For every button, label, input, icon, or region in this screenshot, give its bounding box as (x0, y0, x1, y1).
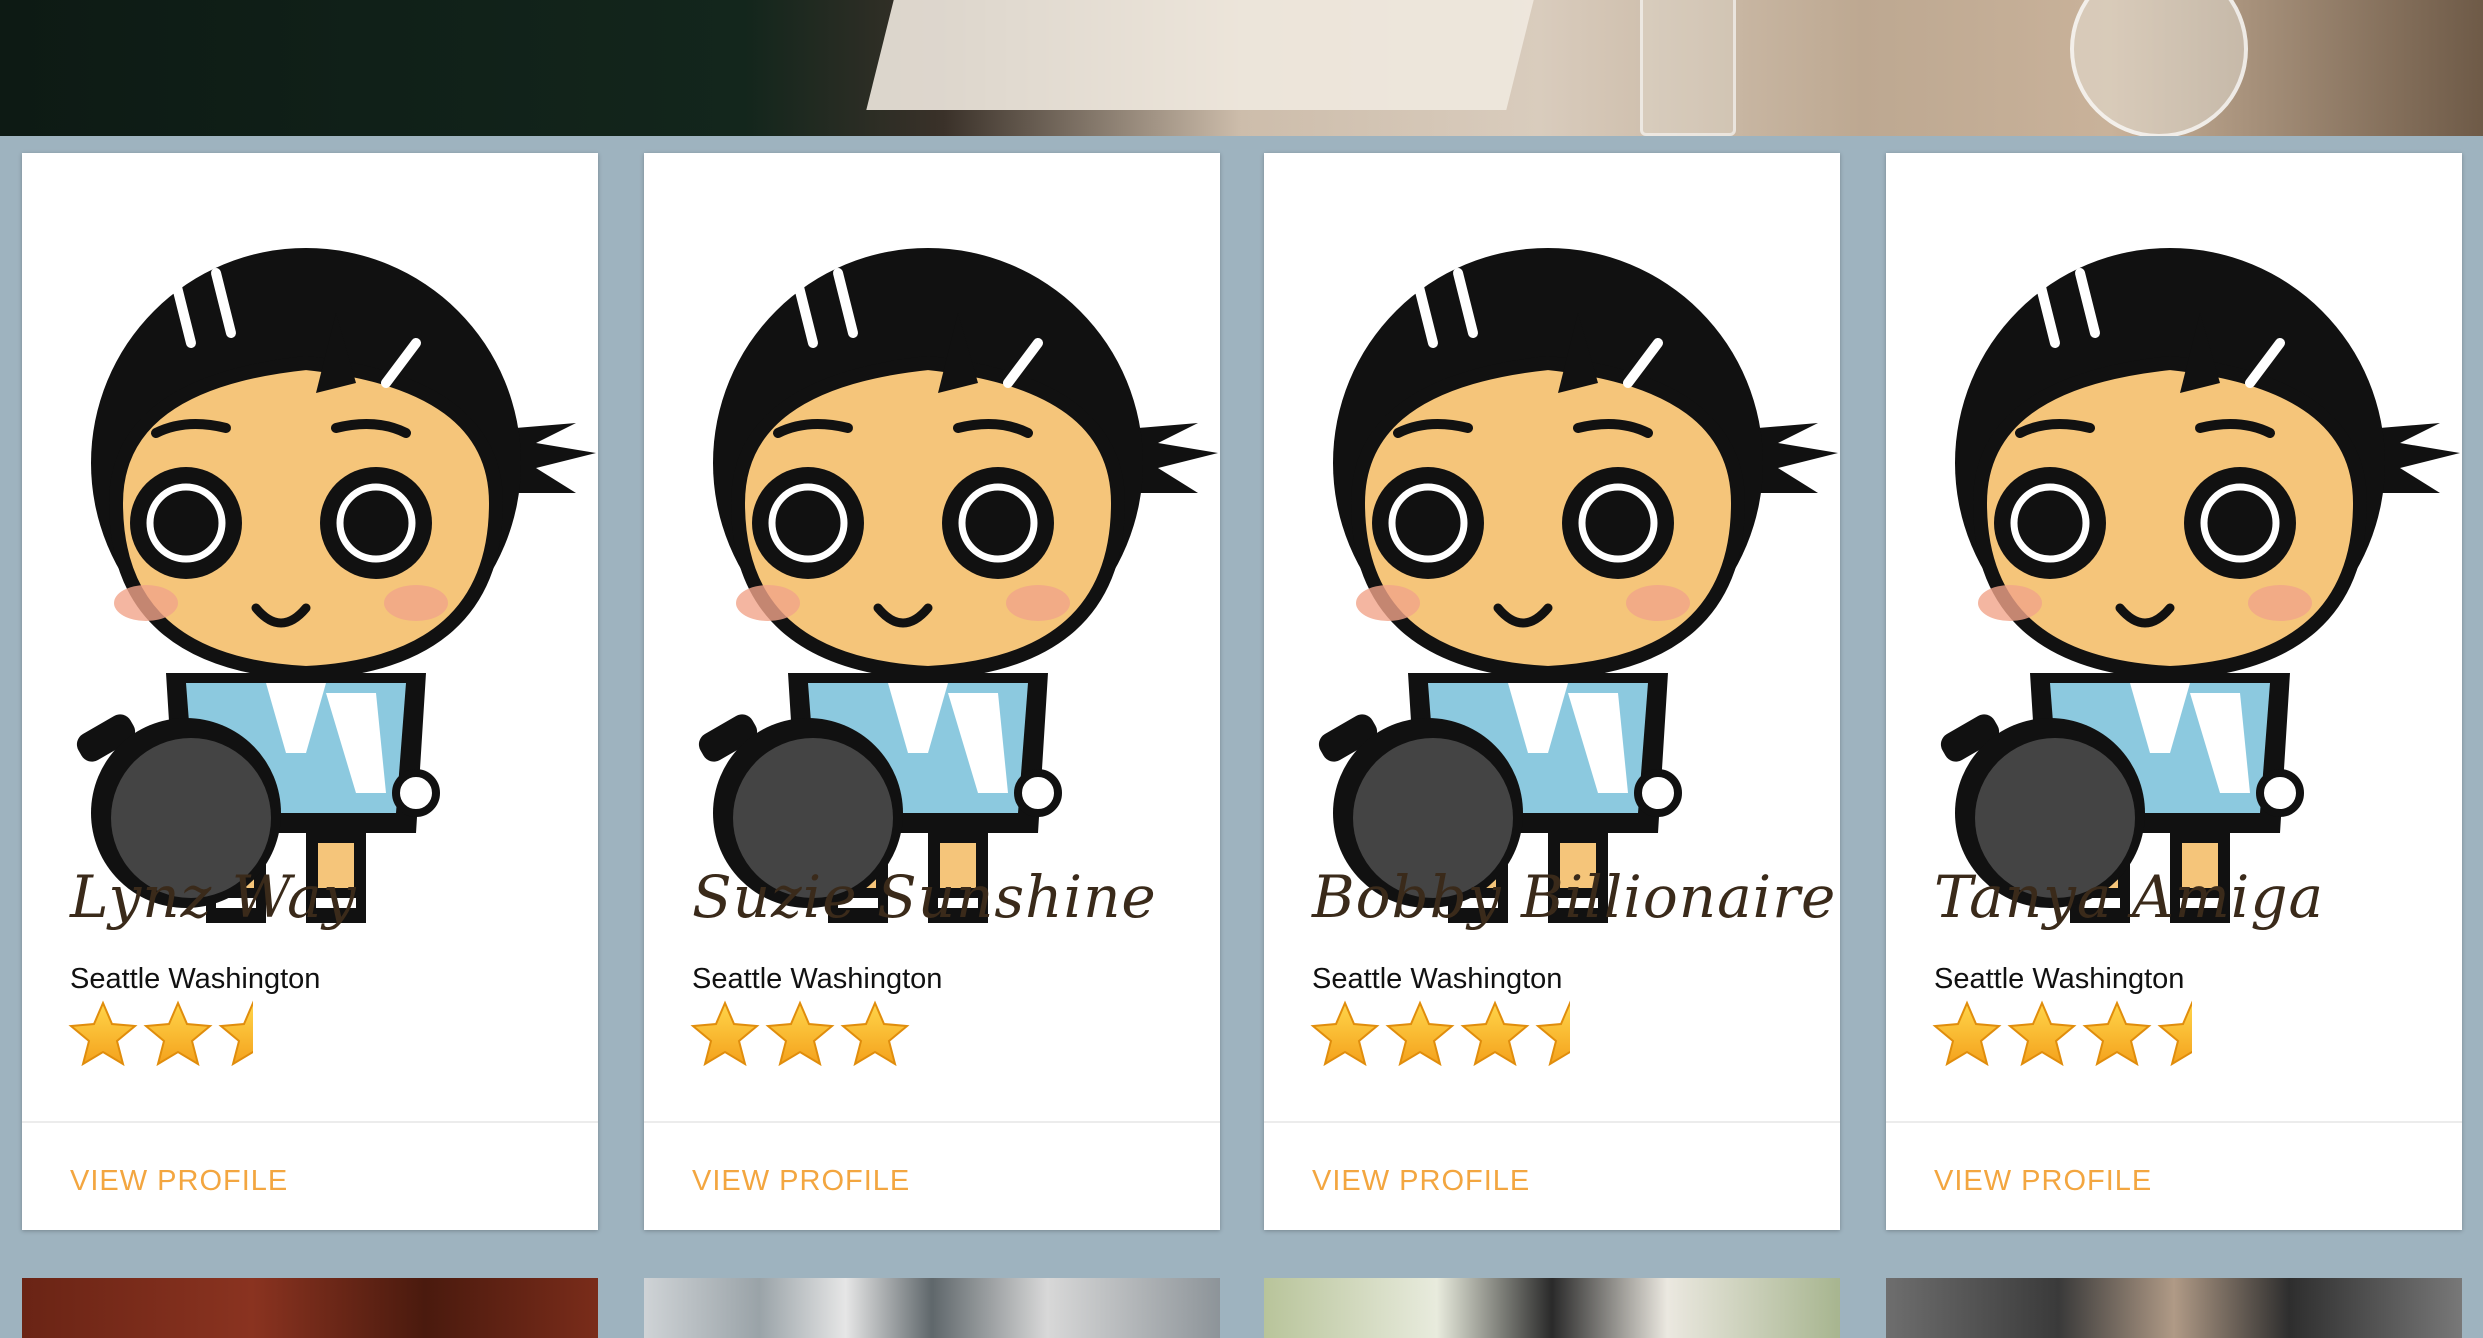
card-divider (22, 1121, 598, 1123)
view-profile-link[interactable]: VIEW PROFILE (692, 1165, 910, 1198)
star-full-icon (1385, 1000, 1455, 1067)
card-divider (644, 1121, 1220, 1123)
profile-location: Seattle Washington (70, 963, 321, 995)
view-profile-link[interactable]: VIEW PROFILE (1934, 1165, 2152, 1198)
star-full-icon (690, 1000, 760, 1067)
profile-card: Suzie Sunshine Seattle Washington VIEW P… (644, 153, 1220, 1230)
star-rating (68, 1000, 368, 1070)
star-full-icon (2082, 1000, 2152, 1067)
star-full-icon (1310, 1000, 1380, 1067)
star-full-icon (68, 1000, 138, 1067)
star-half-icon (1535, 1000, 1570, 1067)
hero-paper (866, 0, 1534, 110)
profile-photo-card[interactable] (1886, 1278, 2462, 1338)
profile-name: Tanya Amiga (1934, 863, 2325, 931)
profile-card: Tanya Amiga Seattle Washington VIEW PROF… (1886, 153, 2462, 1230)
star-rating (1310, 1000, 1610, 1070)
star-full-icon (143, 1000, 213, 1067)
profile-photo-card[interactable] (644, 1278, 1220, 1338)
profile-location: Seattle Washington (1934, 963, 2185, 995)
profile-photo-card[interactable] (1264, 1278, 1840, 1338)
profile-location: Seattle Washington (1312, 963, 1563, 995)
star-full-icon (765, 1000, 835, 1067)
table-tennis-player-avatar-icon (1278, 193, 1838, 953)
profile-card: Bobby Billionaire Seattle Washington VIE… (1264, 153, 1840, 1230)
profile-card: Lynz Way Seattle Washington VIEW PROFILE (22, 153, 598, 1230)
profile-location: Seattle Washington (692, 963, 943, 995)
table-tennis-player-avatar-icon (36, 193, 596, 953)
star-half-icon (2157, 1000, 2192, 1067)
profile-name: Bobby Billionaire (1312, 863, 1837, 931)
star-rating (1932, 1000, 2232, 1070)
star-full-icon (840, 1000, 910, 1067)
star-full-icon (1460, 1000, 1530, 1067)
view-profile-link[interactable]: VIEW PROFILE (70, 1165, 288, 1198)
table-tennis-player-avatar-icon (658, 193, 1218, 953)
hero-wine-glass (2070, 0, 2248, 136)
card-divider (1264, 1121, 1840, 1123)
table-tennis-player-avatar-icon (1900, 193, 2460, 953)
card-divider (1886, 1121, 2462, 1123)
star-half-icon (218, 1000, 253, 1067)
star-full-icon (1932, 1000, 2002, 1067)
star-rating (690, 1000, 990, 1070)
profile-photo-card[interactable] (22, 1278, 598, 1338)
hero-glass-left (1640, 0, 1736, 136)
hero-banner-photo (0, 0, 2483, 136)
profile-name: Lynz Way (70, 863, 357, 931)
star-full-icon (2007, 1000, 2077, 1067)
view-profile-link[interactable]: VIEW PROFILE (1312, 1165, 1530, 1198)
profile-name: Suzie Sunshine (692, 863, 1157, 931)
